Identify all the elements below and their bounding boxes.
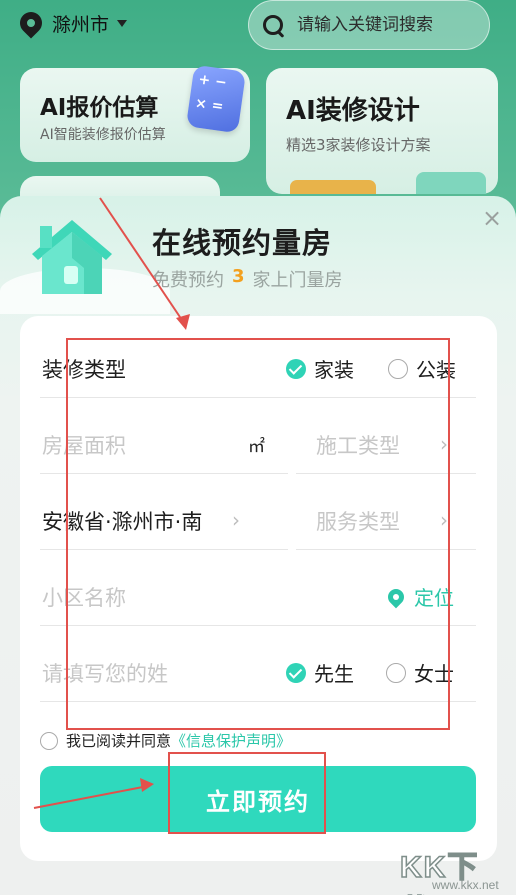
city-label: 滁州市 xyxy=(52,13,110,36)
ai-quote-title: AI报价估算 xyxy=(40,95,159,121)
subtitle-prefix: 免费预约 xyxy=(152,270,224,291)
privacy-statement-link[interactable]: 《信息保护声明》 xyxy=(171,730,291,751)
location-pin-icon xyxy=(15,7,47,39)
ai-design-title: AI装修设计 xyxy=(286,96,420,126)
close-button[interactable]: × xyxy=(480,206,504,230)
modal-subtitle: 免费预约 3 家上门量房 xyxy=(152,266,343,292)
ai-design-card[interactable]: AI装修设计 精选3家装修设计方案 xyxy=(266,68,498,194)
caret-down-icon xyxy=(117,19,128,27)
watermark-logo: KK下载 www.kkx.net xyxy=(398,840,508,895)
ai-quote-subtitle: AI智能装修报价估算 xyxy=(40,127,166,143)
subtitle-count: 3 xyxy=(232,266,245,287)
house-icon xyxy=(32,220,112,294)
top-bar: 滁州市 xyxy=(0,0,516,60)
watermark-url: www.kkx.net xyxy=(432,878,499,892)
search-icon xyxy=(263,15,283,35)
agreement-checkbox[interactable]: 我已阅读并同意 《信息保护声明》 xyxy=(40,730,291,751)
checkbox-unchecked-icon xyxy=(40,731,58,750)
agree-text: 我已阅读并同意 xyxy=(66,732,172,750)
annotation-button-highlight xyxy=(168,752,326,834)
calculator-icon xyxy=(185,64,247,134)
search-input[interactable] xyxy=(297,15,477,35)
subtitle-suffix: 家上门量房 xyxy=(252,270,343,291)
search-bar[interactable] xyxy=(248,0,490,50)
card-decoration xyxy=(416,172,486,194)
annotation-form-highlight xyxy=(66,338,450,730)
ai-design-subtitle: 精选3家装修设计方案 xyxy=(286,136,431,154)
city-selector[interactable]: 滁州市 xyxy=(15,7,128,39)
modal-title: 在线预约量房 xyxy=(152,226,333,260)
card-decoration xyxy=(290,180,376,194)
